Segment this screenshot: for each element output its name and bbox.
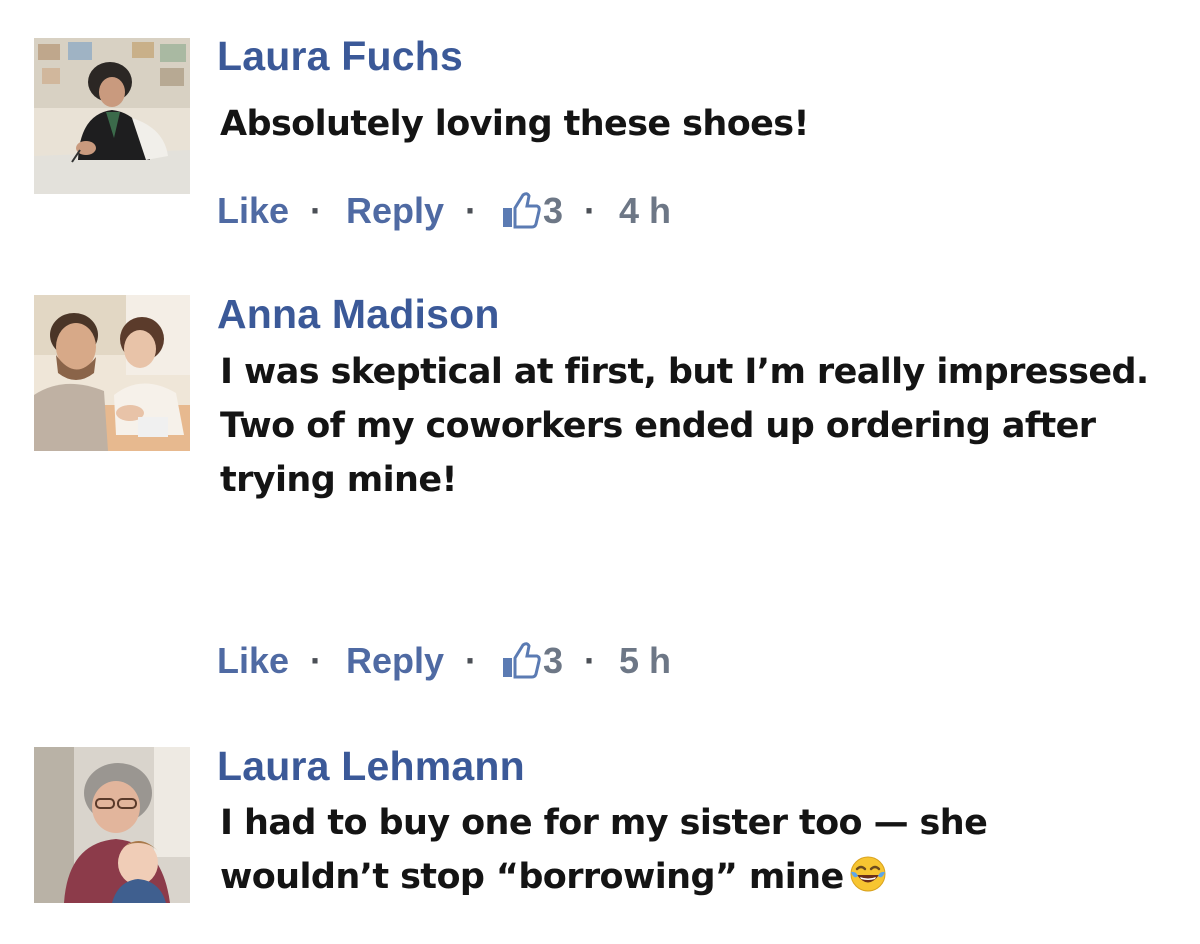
separator-dot: · [584, 640, 596, 681]
avatar[interactable] [34, 38, 190, 194]
timestamp[interactable]: 4 h [619, 189, 671, 233]
avatar-photo [34, 38, 190, 194]
comment-text-line: I had to buy one for my sister too — she [220, 803, 988, 843]
like-count: 3 [543, 640, 564, 681]
comment-text-line: I was skeptical at first, but I’m really… [220, 352, 1149, 392]
like-button[interactable]: Like [217, 639, 289, 683]
like-button[interactable]: Like [217, 189, 289, 233]
comment-text-line-with-emoji: wouldn’t stop “borrowing” mine [220, 850, 987, 904]
reply-button[interactable]: Reply [346, 189, 444, 233]
comment-text: I had to buy one for my sister too — she… [220, 796, 988, 904]
tears-of-joy-emoji-icon [850, 856, 886, 892]
comment-author[interactable]: Laura Fuchs [217, 36, 463, 77]
comment-author[interactable]: Laura Lehmann [217, 746, 525, 787]
like-count: 3 [543, 190, 564, 231]
thumbs-up-icon[interactable] [501, 191, 541, 229]
separator-dot: · [465, 190, 477, 231]
separator-dot: · [584, 190, 596, 231]
avatar[interactable] [34, 295, 190, 451]
reply-button[interactable]: Reply [346, 639, 444, 683]
avatar-photo [34, 295, 190, 451]
comment-text: Absolutely loving these shoes! [220, 97, 809, 151]
comment-text-line: trying mine! [220, 460, 457, 500]
timestamp[interactable]: 5 h [619, 639, 671, 683]
separator-dot: · [310, 640, 322, 681]
separator-dot: · [465, 640, 477, 681]
comment-author[interactable]: Anna Madison [217, 294, 500, 335]
thumbs-up-icon[interactable] [501, 641, 541, 679]
comment-text: I was skeptical at first, but I’m really… [220, 345, 1149, 507]
separator-dot: · [310, 190, 322, 231]
comment-text-line: Absolutely loving these shoes! [220, 104, 809, 144]
avatar-photo [34, 747, 190, 903]
comment-text-line: wouldn’t stop “borrowing” mine [220, 857, 844, 897]
avatar[interactable] [34, 747, 190, 903]
comment-text-line: Two of my coworkers ended up ordering af… [220, 406, 1096, 446]
